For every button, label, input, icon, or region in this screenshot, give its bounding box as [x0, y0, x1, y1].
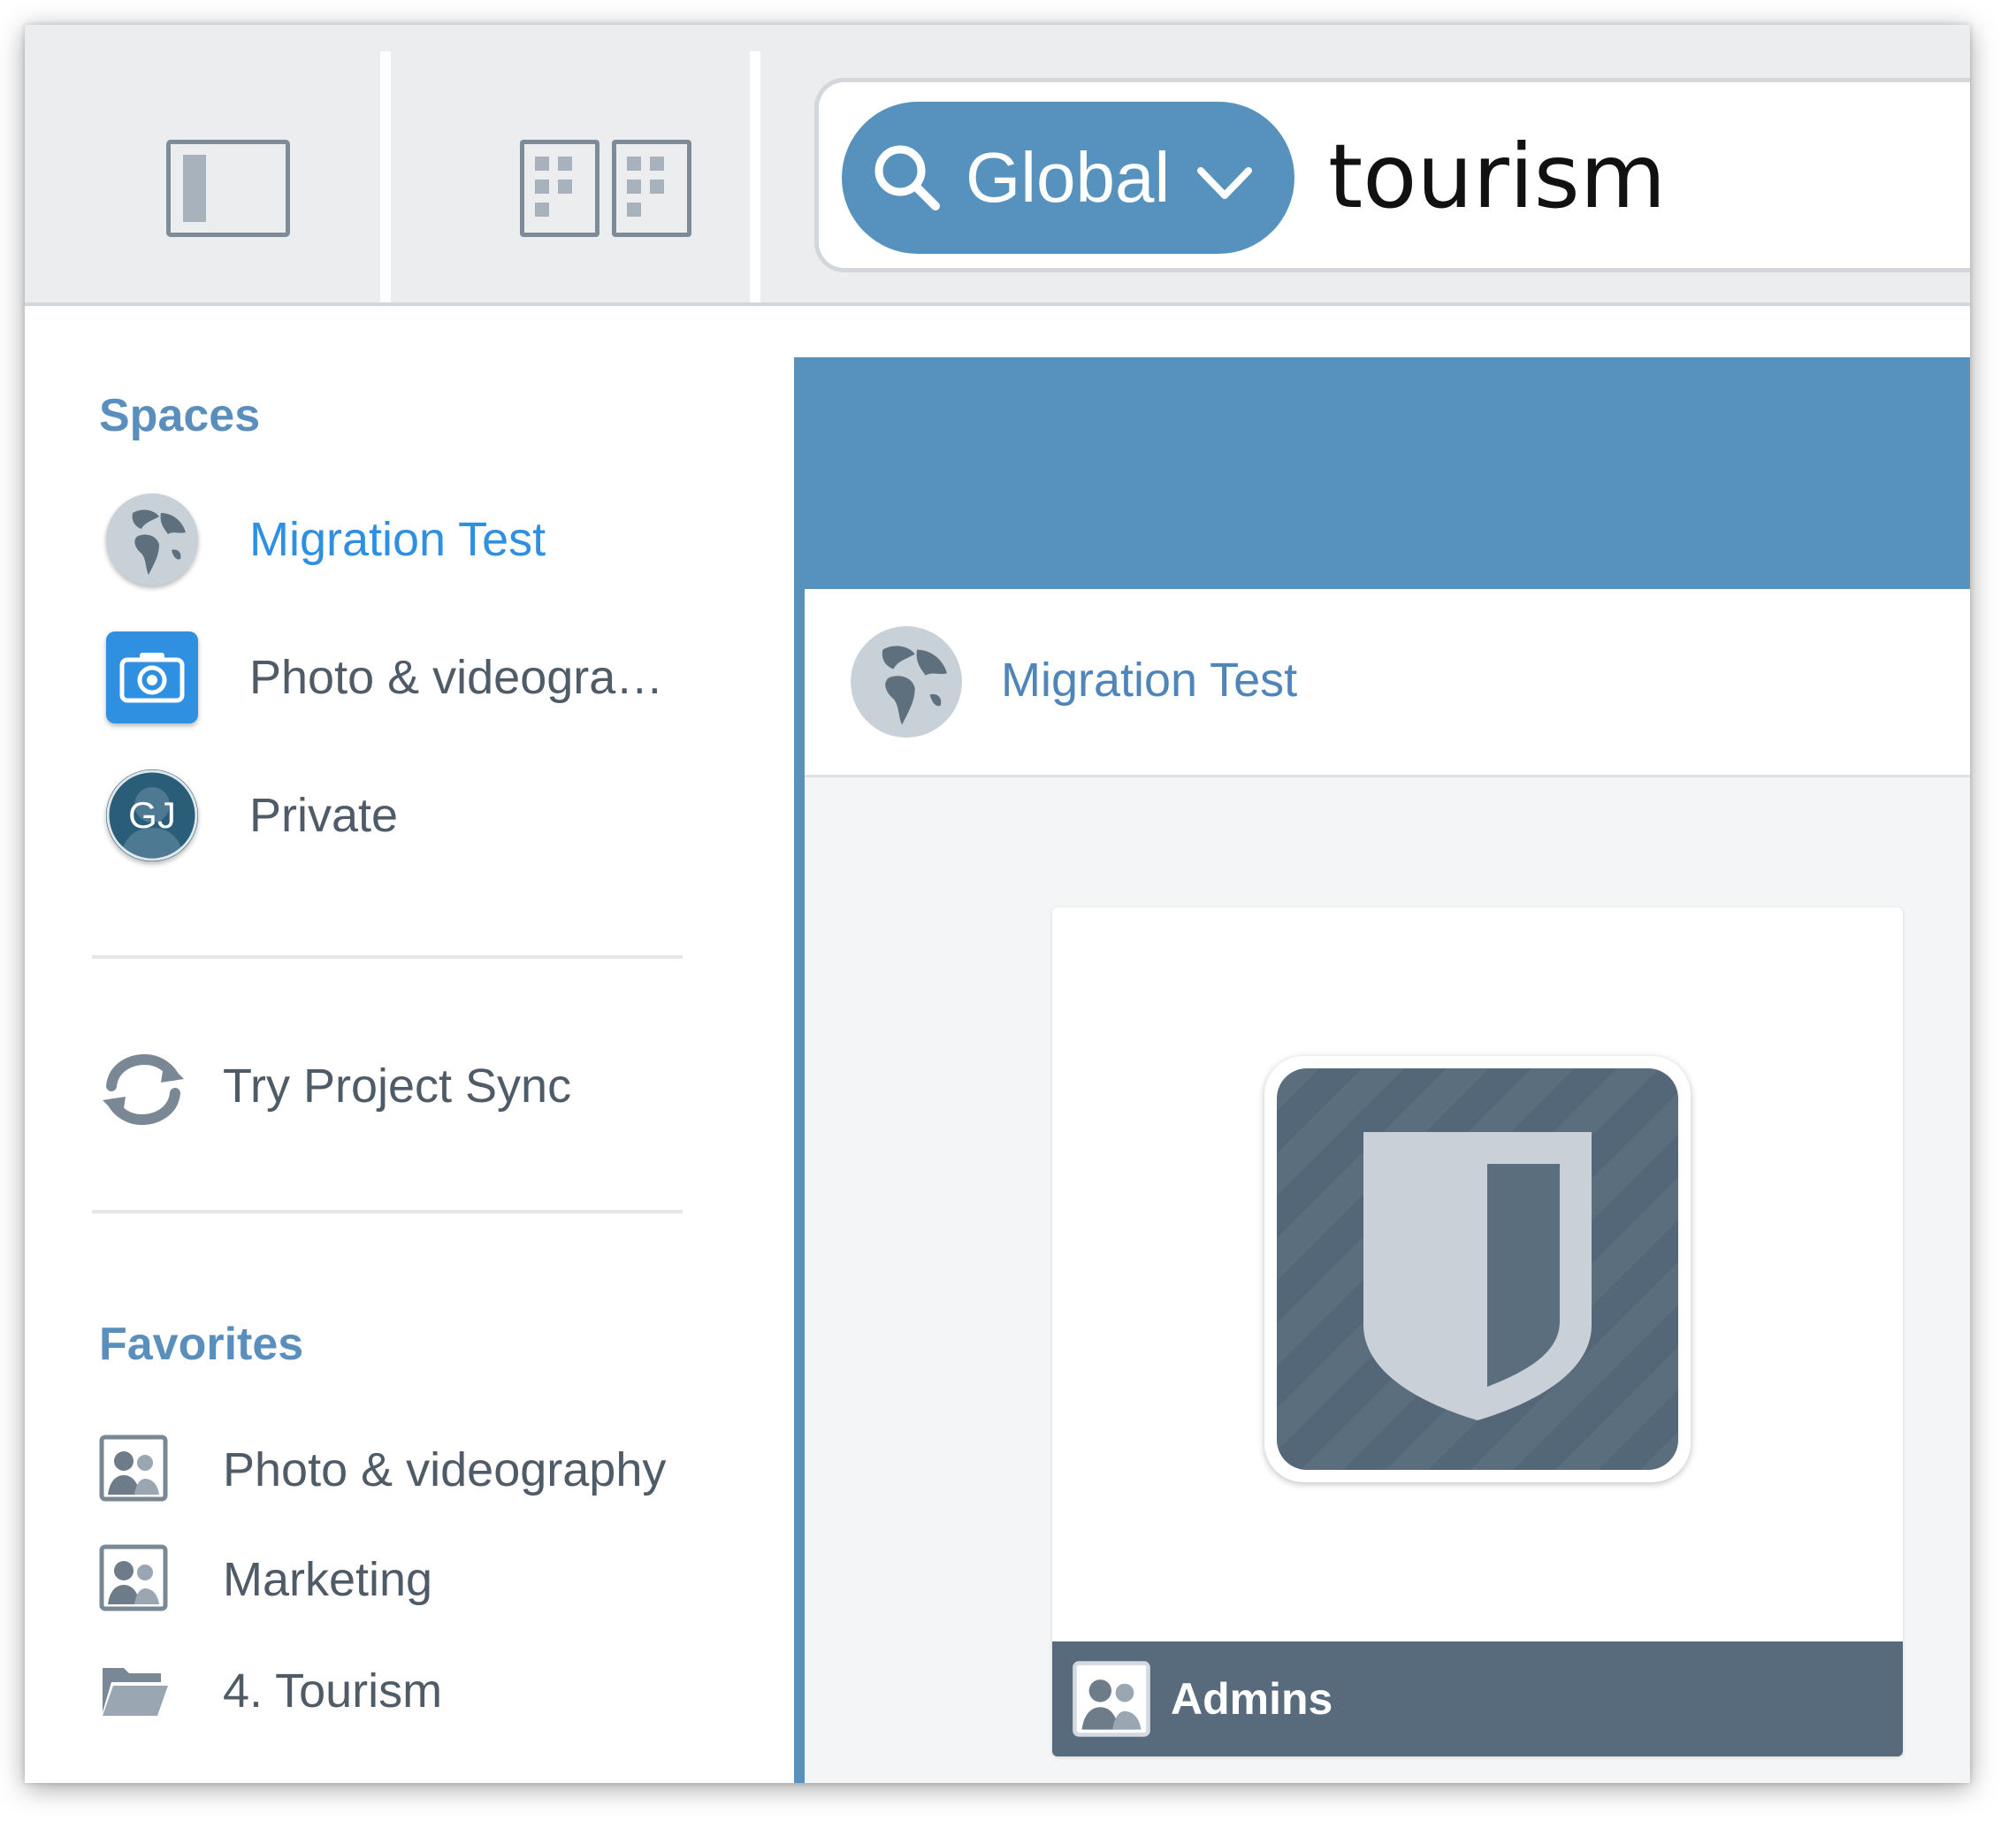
favorite-photo-videography[interactable]: Photo & videography	[99, 1426, 736, 1514]
favorite-marketing[interactable]: Marketing	[99, 1535, 736, 1624]
search-icon	[874, 145, 940, 210]
group-icon	[1073, 1661, 1150, 1737]
globe-icon	[106, 494, 198, 585]
globe-icon	[851, 626, 962, 738]
avatar-initials: GJ	[128, 794, 176, 836]
main-panel: Migration Test Admins	[794, 357, 1970, 1783]
search-input[interactable]	[1328, 105, 1970, 247]
group-icon	[99, 1544, 168, 1611]
sidebar-space-private[interactable]: GJ Private	[99, 762, 736, 868]
favorites-heading: Favorites	[99, 1319, 304, 1370]
grid-view-button[interactable]	[431, 42, 759, 299]
sidebar-space-label: Migration Test	[249, 513, 546, 566]
chevron-down-icon	[1197, 167, 1252, 199]
shield-icon	[1363, 1132, 1592, 1420]
search-scope-dropdown[interactable]: Global	[842, 102, 1294, 254]
try-project-sync-link[interactable]: Try Project Sync	[99, 1042, 736, 1130]
sidebar-space-photo-videography[interactable]: Photo & videogra…	[99, 624, 736, 731]
group-avatar	[1264, 1056, 1691, 1482]
search-bar: Global	[814, 78, 1970, 272]
sidebar-divider	[92, 955, 683, 959]
top-toolbar: Global	[25, 25, 1970, 306]
sidebar-layout-icon	[166, 140, 290, 237]
sidebar-divider	[92, 1210, 683, 1213]
sidebar-toggle-button[interactable]	[51, 42, 405, 299]
app-window: Global Spaces Migration Test	[25, 25, 1970, 1783]
toolbar-divider	[380, 51, 391, 302]
favorite-label: Photo & videography	[223, 1443, 667, 1496]
search-scope-label: Global	[966, 138, 1171, 217]
spaces-heading: Spaces	[99, 390, 261, 441]
card-label: Admins	[1171, 1674, 1333, 1724]
toolbar-divider	[750, 51, 760, 302]
space-row-migration-test[interactable]: Migration Test	[805, 589, 1970, 777]
favorite-label: 4. Tourism	[223, 1664, 443, 1718]
favorite-label: Marketing	[223, 1553, 433, 1606]
card-footer: Admins	[1052, 1641, 1903, 1756]
sidebar-space-migration-test[interactable]: Migration Test	[99, 486, 736, 593]
avatar: GJ	[106, 769, 198, 861]
project-sync-label: Try Project Sync	[223, 1060, 572, 1113]
sidebar-space-label: Photo & videogra…	[249, 651, 664, 704]
sync-icon	[103, 1053, 184, 1126]
camera-icon	[106, 631, 198, 723]
favorite-tourism[interactable]: 4. Tourism	[99, 1647, 736, 1735]
sidebar-space-label: Private	[249, 789, 399, 842]
folder-icon	[103, 1668, 168, 1716]
group-icon	[99, 1435, 168, 1502]
space-row-label: Migration Test	[1001, 654, 1298, 707]
group-card-admins[interactable]: Admins	[1052, 907, 1903, 1756]
panel-header	[805, 357, 1970, 589]
